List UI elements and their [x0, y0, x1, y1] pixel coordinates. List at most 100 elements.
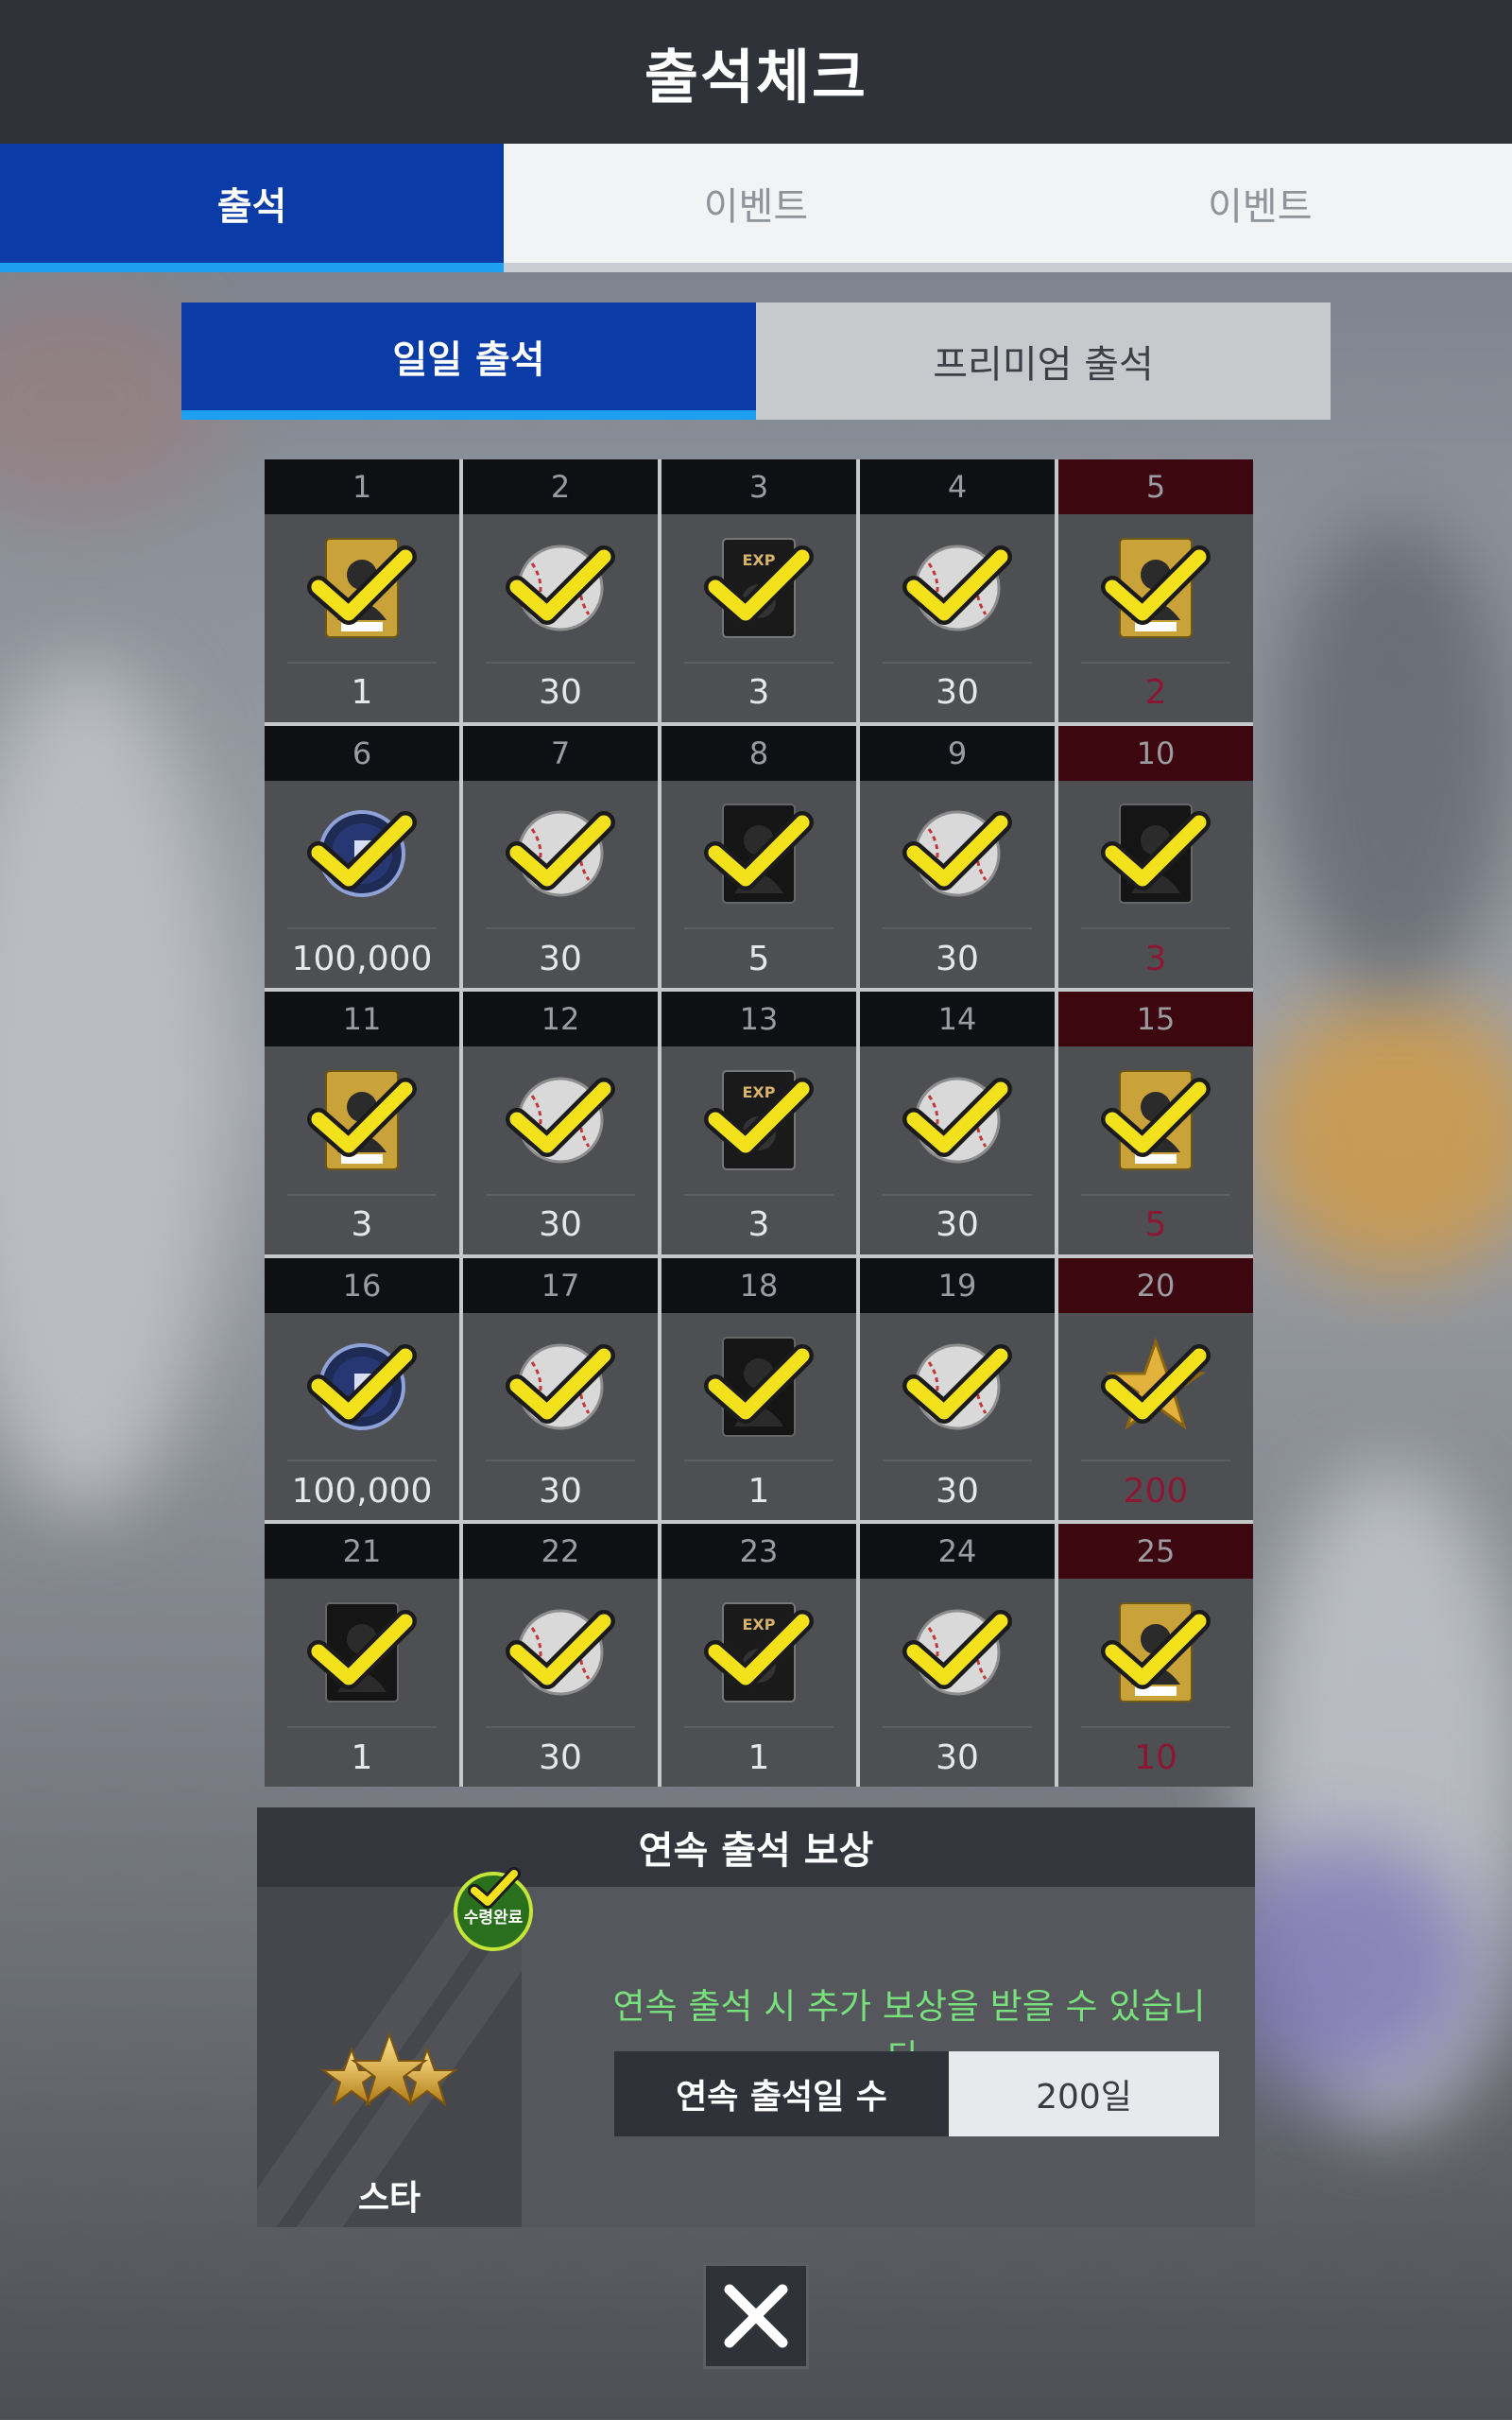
background-blur	[1257, 993, 1512, 1276]
check-mark-icon	[704, 544, 814, 625]
day-number: 10	[1058, 725, 1253, 781]
day-cell[interactable]: 7 30	[463, 725, 658, 989]
day-number: 14	[860, 992, 1055, 1047]
day-cell[interactable]: 4 30	[860, 459, 1055, 722]
day-cell[interactable]: 19 30	[860, 1257, 1055, 1521]
reward-amount: 1	[684, 1726, 833, 1787]
day-number: 5	[1058, 459, 1253, 514]
day-number: 13	[662, 992, 856, 1047]
day-cell[interactable]: 10 3	[1058, 725, 1253, 989]
tab-event-2[interactable]: 이벤트	[1007, 144, 1512, 272]
subtab-premium[interactable]: 프리미엄 출석	[756, 302, 1331, 420]
day-number: 22	[463, 1524, 658, 1580]
reward-slot	[662, 1313, 856, 1461]
day-cell[interactable]: 11	[265, 459, 459, 722]
reward-amount: 30	[883, 927, 1032, 988]
reward-slot	[463, 781, 658, 928]
reward-slot	[1058, 1579, 1253, 1726]
check-mark-icon	[1101, 811, 1211, 891]
reward-amount: 30	[486, 661, 635, 722]
day-cell[interactable]: 13 EXP 3	[662, 992, 856, 1254]
day-cell[interactable]: 17 30	[463, 1257, 658, 1521]
background-blur	[1276, 520, 1512, 993]
reward-slot	[463, 1046, 658, 1194]
check-mark-icon	[506, 1343, 615, 1424]
reward-amount: 30	[883, 1460, 1032, 1520]
day-cell[interactable]: 20 200	[1058, 1257, 1253, 1521]
check-mark-icon	[902, 1077, 1012, 1157]
reward-slot	[265, 781, 459, 928]
reward-amount: 200	[1081, 1460, 1230, 1520]
reward-slot	[463, 514, 658, 662]
check-mark-icon	[307, 1343, 417, 1424]
check-mark-icon	[506, 1610, 615, 1690]
day-number: 17	[463, 1257, 658, 1313]
reward-slot	[265, 1313, 459, 1461]
subtab-daily[interactable]: 일일 출석	[181, 302, 756, 420]
check-mark-icon	[307, 544, 417, 625]
check-mark-icon	[1101, 1610, 1211, 1690]
day-cell[interactable]: 85	[662, 725, 856, 989]
check-mark-icon	[1101, 1343, 1211, 1424]
day-cell[interactable]: 6 100,000	[265, 725, 459, 989]
background-blur	[0, 662, 227, 1512]
day-cell[interactable]: 21 1	[265, 1524, 459, 1787]
reward-name: 스타	[357, 2179, 421, 2218]
reward-amount: 1	[287, 661, 437, 722]
day-cell[interactable]: 52	[1058, 459, 1253, 722]
reward-amount: 1	[287, 1726, 437, 1787]
reward-amount: 30	[486, 1726, 635, 1787]
check-mark-icon	[704, 1610, 814, 1690]
reward-amount: 30	[883, 1193, 1032, 1254]
reward-amount: 100,000	[287, 927, 437, 988]
day-number: 12	[463, 992, 658, 1047]
reward-amount: 3	[287, 1193, 437, 1254]
reward-amount: 5	[684, 927, 833, 988]
day-number: 25	[1058, 1524, 1253, 1580]
reward-amount: 3	[1081, 927, 1230, 988]
reward-slot	[860, 1313, 1055, 1461]
reward-slot	[1058, 1313, 1253, 1461]
check-mark-icon	[307, 1077, 417, 1157]
check-mark-icon	[307, 811, 417, 891]
reward-slot	[265, 514, 459, 662]
day-cell[interactable]: 25 10	[1058, 1524, 1253, 1787]
reward-slot	[860, 1579, 1055, 1726]
day-cell[interactable]: 22 30	[463, 1524, 658, 1787]
claimed-badge-text: 수령완료	[464, 1908, 524, 1927]
check-mark-icon	[902, 544, 1012, 625]
reward-amount: 30	[883, 1726, 1032, 1787]
day-number: 3	[662, 459, 856, 514]
reward-amount: 30	[486, 1193, 635, 1254]
tab-attendance[interactable]: 출석	[0, 144, 505, 272]
day-cell[interactable]: 9 30	[860, 725, 1055, 989]
day-cell[interactable]: 16 100,000	[265, 1257, 459, 1521]
day-number: 18	[662, 1257, 856, 1313]
day-cell[interactable]: 14 30	[860, 992, 1055, 1254]
day-cell[interactable]: 23 EXP 1	[662, 1524, 856, 1787]
day-number: 2	[463, 459, 658, 514]
day-number: 1	[265, 459, 459, 514]
reward-slot	[463, 1579, 658, 1726]
reward-slot	[860, 1046, 1055, 1194]
check-mark-icon	[1101, 544, 1211, 625]
title-bar: 출석체크	[0, 0, 1512, 144]
day-cell[interactable]: 18 1	[662, 1257, 856, 1521]
day-cell[interactable]: 12 30	[463, 992, 658, 1254]
close-button[interactable]	[703, 2263, 809, 2369]
day-cell[interactable]: 11 3	[265, 992, 459, 1254]
tab-event-1[interactable]: 이벤트	[504, 144, 1008, 272]
day-cell[interactable]: 2 30	[463, 459, 658, 722]
streak-label: 연속 출석일 수	[614, 2051, 949, 2136]
day-cell[interactable]: 24 30	[860, 1524, 1055, 1787]
day-number: 8	[662, 725, 856, 781]
reward-slot	[265, 1046, 459, 1194]
day-cell[interactable]: 3 EXP 3	[662, 459, 856, 722]
reward-amount: 100,000	[287, 1460, 437, 1520]
day-cell[interactable]: 15 5	[1058, 992, 1253, 1254]
day-number: 24	[860, 1524, 1055, 1580]
day-number: 4	[860, 459, 1055, 514]
reward-amount: 10	[1081, 1726, 1230, 1787]
reward-slot	[1058, 514, 1253, 662]
day-number: 16	[265, 1257, 459, 1313]
